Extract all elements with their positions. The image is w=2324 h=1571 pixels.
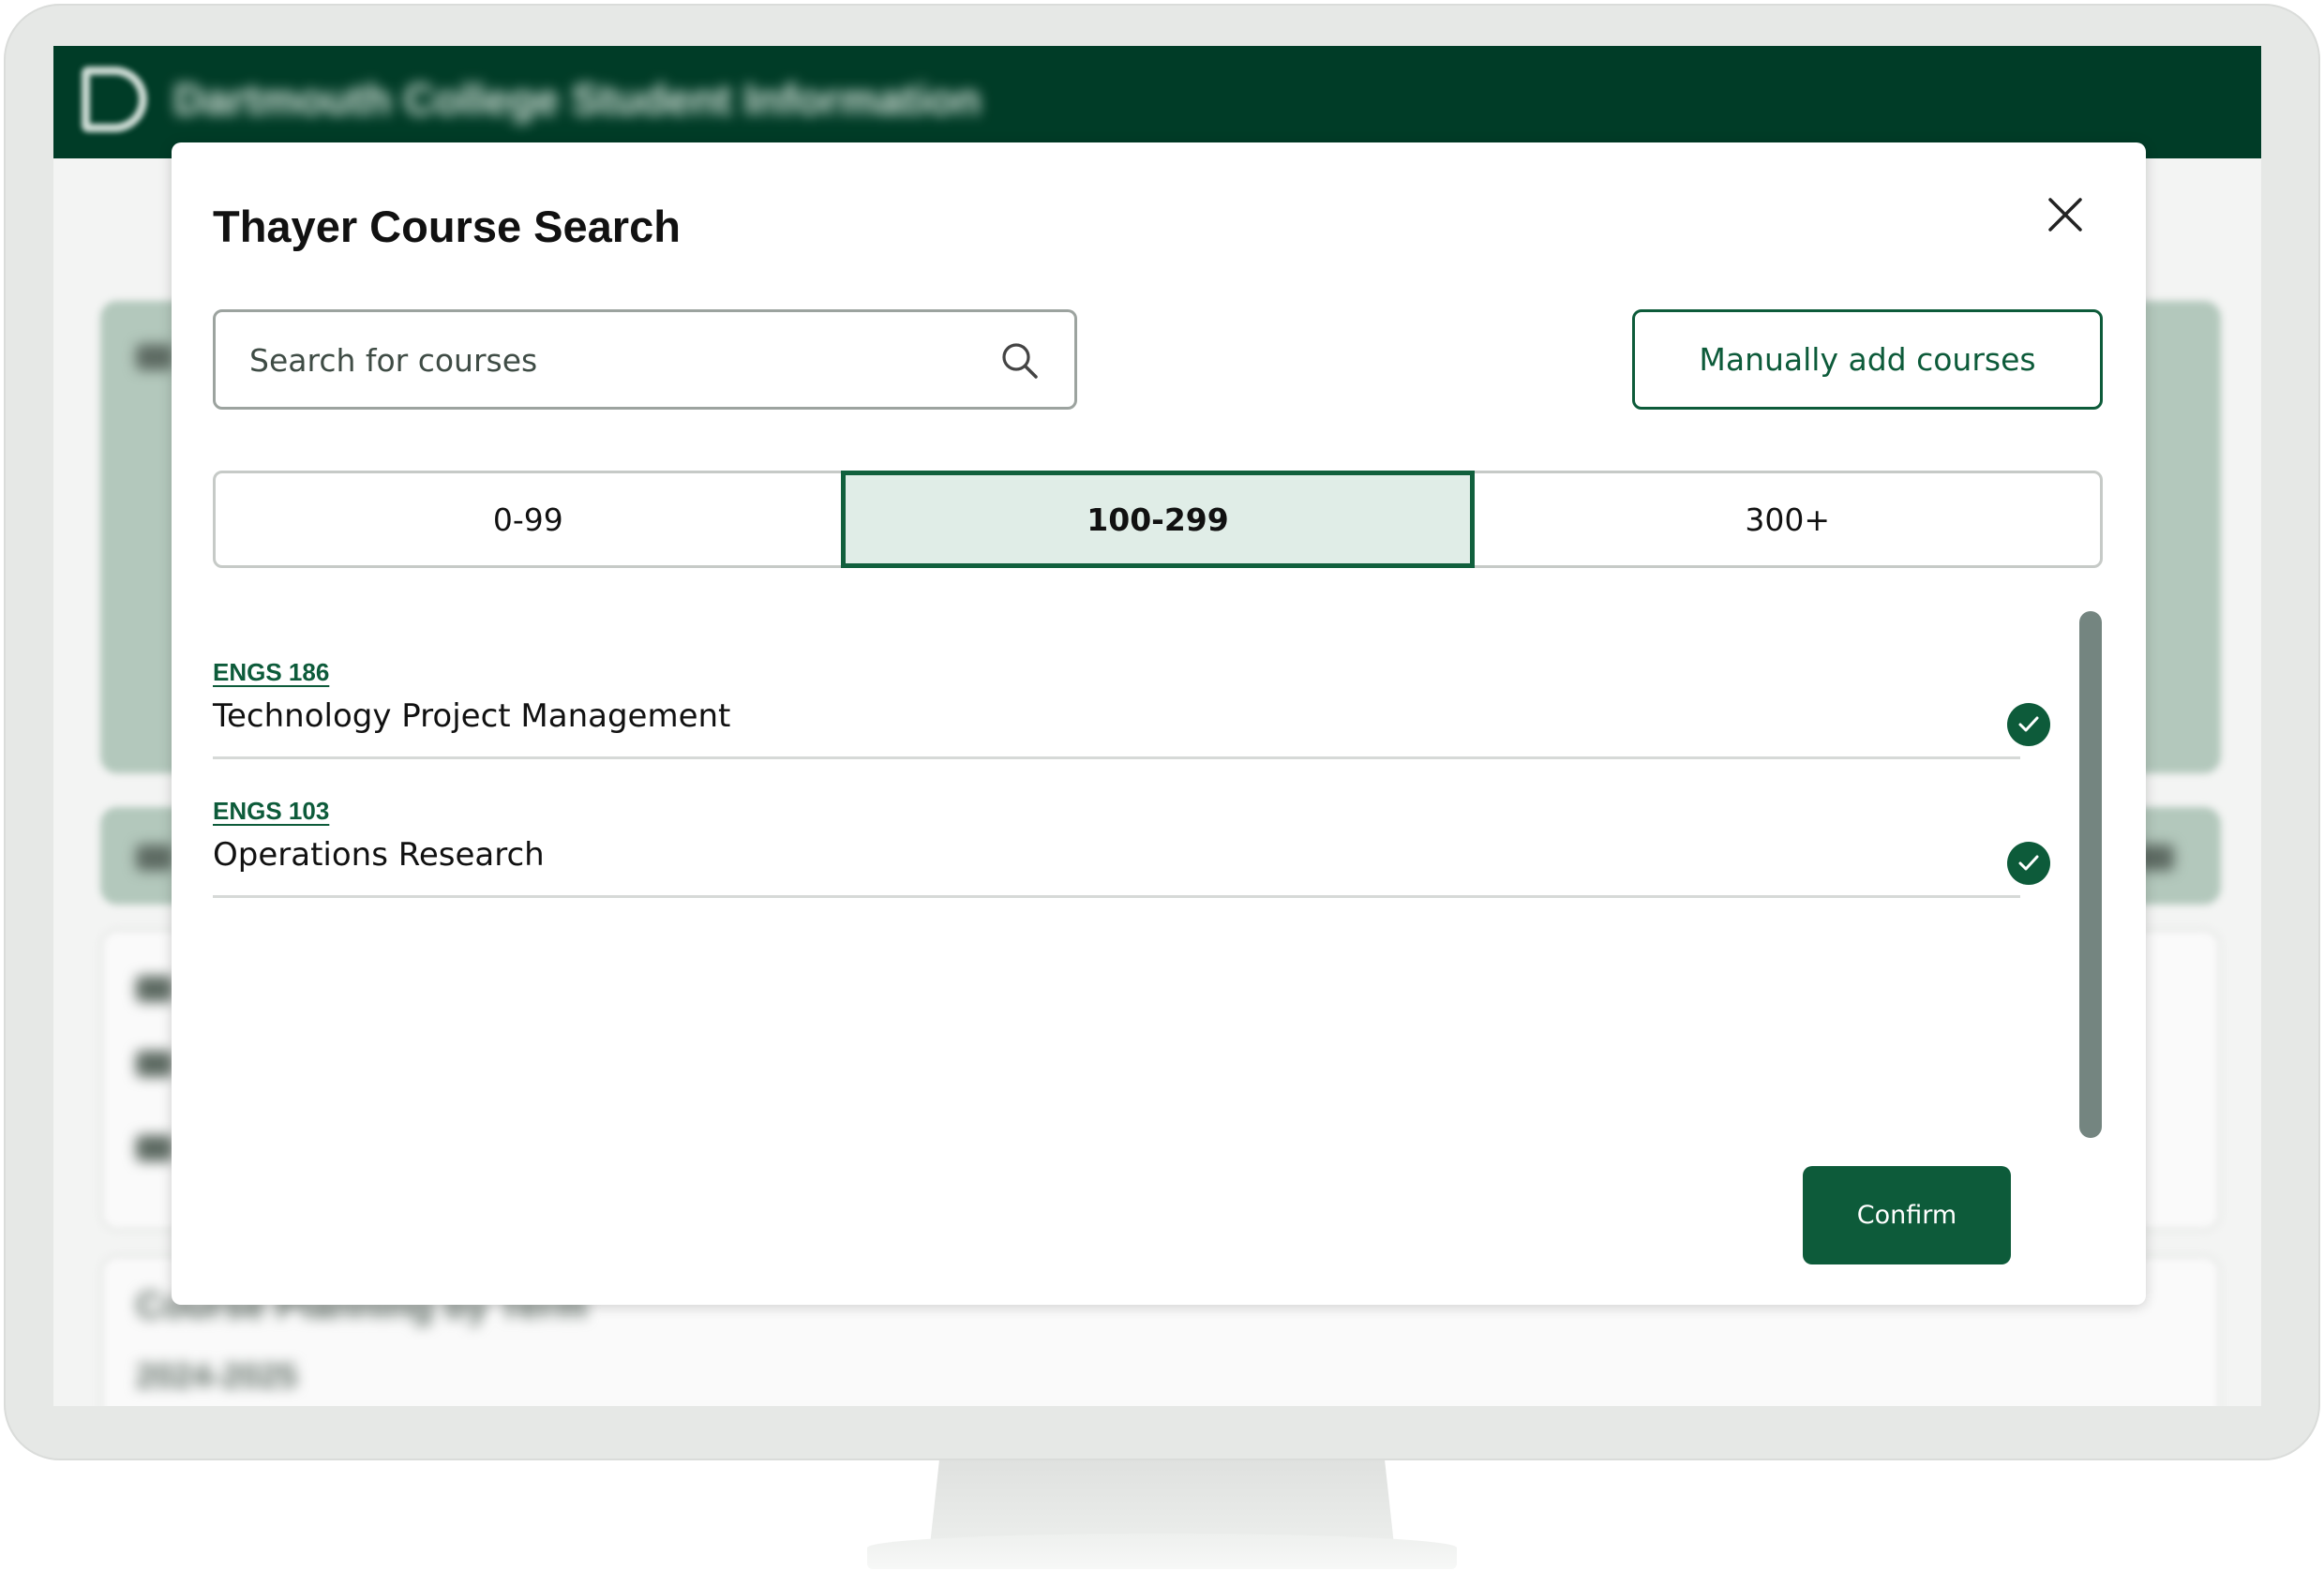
course-code-link[interactable]: ENGS 103 — [213, 797, 329, 826]
course-name: Operations Research — [213, 836, 545, 874]
course-name: Technology Project Management — [213, 697, 731, 735]
confirm-button[interactable]: Confirm — [1803, 1166, 2011, 1264]
modal-title: Thayer Course Search — [213, 202, 681, 251]
search-icon[interactable] — [999, 340, 1041, 382]
tab-range-300-plus[interactable]: 300+ — [1475, 473, 2100, 565]
check-circle-icon[interactable] — [2007, 842, 2050, 885]
check-circle-icon[interactable] — [2007, 703, 2050, 746]
course-list-item: ENGS 186 Technology Project Management — [213, 621, 2050, 759]
background-blur — [136, 845, 173, 871]
course-list-item: ENGS 103 Operations Research — [213, 759, 2050, 898]
background-blur — [136, 1135, 173, 1161]
monitor-stand — [930, 1460, 1394, 1545]
background-blur — [136, 344, 173, 370]
background-blur — [136, 1051, 173, 1077]
background-blur — [136, 976, 173, 1002]
course-search-modal: Thayer Course Search Manually add course… — [172, 142, 2146, 1305]
close-icon — [2048, 198, 2082, 232]
course-code-link[interactable]: ENGS 186 — [213, 658, 329, 687]
dartmouth-logo-icon — [82, 67, 147, 132]
background-term: 2024-2025 — [136, 1356, 298, 1395]
monitor-base — [867, 1534, 1457, 1569]
tab-range-0-99[interactable]: 0-99 — [216, 473, 841, 565]
scrollbar-thumb[interactable] — [2079, 611, 2102, 1138]
close-button[interactable] — [2042, 191, 2089, 238]
app-title: Dartmouth College Student Information — [173, 75, 982, 124]
course-range-tabs: 0-99 100-299 300+ — [213, 471, 2103, 568]
manually-add-courses-button[interactable]: Manually add courses — [1632, 309, 2103, 410]
tab-range-100-299[interactable]: 100-299 — [840, 471, 1476, 568]
search-box[interactable] — [213, 309, 1077, 410]
search-input[interactable] — [249, 335, 981, 385]
app-header: Dartmouth College Student Information — [53, 46, 2261, 158]
